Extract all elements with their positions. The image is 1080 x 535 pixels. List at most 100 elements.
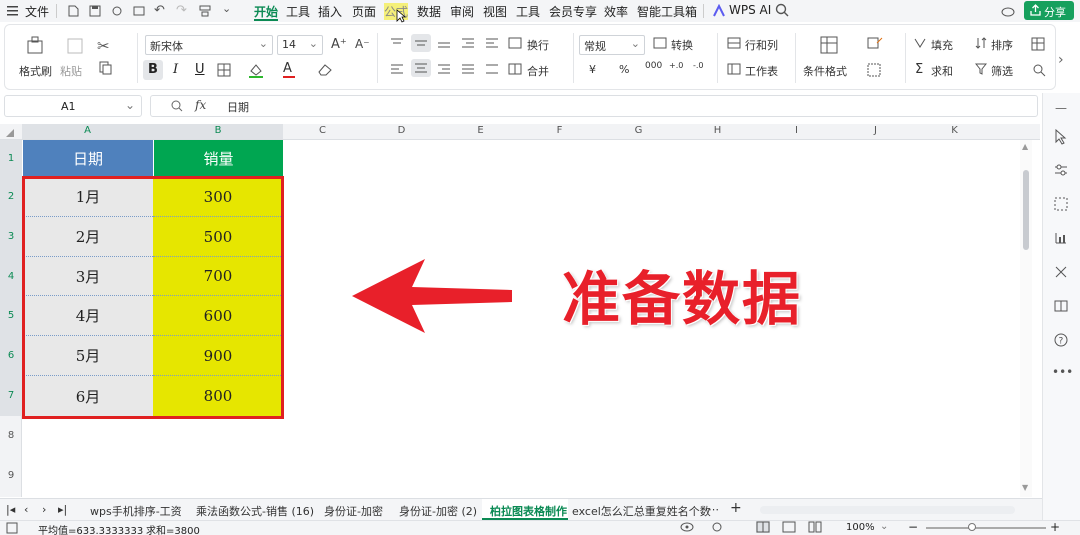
normal-view-icon[interactable] (756, 521, 770, 533)
border-icon[interactable] (217, 63, 231, 77)
align-top-icon[interactable] (390, 37, 404, 49)
decrease-decimal-icon[interactable]: -.0 (693, 61, 704, 70)
save-icon[interactable] (88, 4, 102, 18)
sheet-tab[interactable]: excel怎么汇总重复姓名个数 (572, 503, 711, 519)
row-header-3[interactable]: 3 (0, 217, 22, 257)
freeze-icon[interactable] (1031, 37, 1045, 51)
cut-icon[interactable]: ✂ (97, 37, 110, 55)
paste-icon[interactable] (65, 35, 85, 55)
menu-file[interactable]: 文件 (25, 3, 49, 20)
add-sheet-icon[interactable]: + (730, 500, 742, 516)
redo-icon[interactable]: ↷ (176, 3, 187, 18)
eraser-icon[interactable] (317, 62, 333, 76)
sheet-tab[interactable]: 乘法函数公式-销售 (16) (196, 503, 314, 519)
row-header-6[interactable]: 6 (0, 336, 22, 376)
col-header-i[interactable]: I (757, 125, 836, 136)
col-header-b[interactable]: B (153, 124, 283, 139)
cell-b1[interactable]: 销量 (153, 140, 283, 177)
sheet-tab[interactable]: wps手机排序-工资 (90, 503, 182, 519)
copy-icon[interactable] (99, 61, 113, 75)
indent-icon[interactable] (461, 37, 475, 49)
conditional-format-button[interactable]: 条件格式 (803, 63, 847, 79)
tab-view[interactable]: 视图 (483, 3, 507, 20)
find-icon[interactable] (1032, 63, 1046, 77)
sort-icon[interactable] (975, 37, 987, 49)
align-left-icon[interactable] (390, 63, 404, 75)
row-col-button[interactable]: 行和列 (745, 37, 778, 53)
next-sheet-icon[interactable]: › (42, 503, 46, 516)
help-icon[interactable]: ? (1054, 333, 1068, 347)
sheet-tab-active[interactable]: 柏拉图表格制作 (490, 503, 567, 519)
number-format-select[interactable]: 常规 ⌄ (579, 35, 645, 55)
more-icon[interactable]: ••• (1052, 365, 1073, 379)
crosshair-icon[interactable] (710, 521, 724, 533)
zoom-slider-thumb[interactable] (968, 523, 976, 531)
tab-tools-2[interactable]: 工具 (516, 3, 540, 20)
cell-style-icon[interactable] (867, 37, 883, 51)
fill-color-icon[interactable] (248, 62, 264, 78)
select-all-icon[interactable] (6, 129, 14, 137)
sheet-grid[interactable]: 日期 销量 1月 300 2月 500 3月 700 4月 600 5月 900… (22, 140, 1042, 497)
merge-button[interactable]: 合并 (527, 63, 549, 79)
col-header-f[interactable]: F (520, 125, 599, 136)
sort-button[interactable]: 排序 (991, 37, 1013, 53)
eye-icon[interactable] (680, 521, 694, 533)
wrap-button[interactable]: 换行 (527, 37, 549, 53)
selection-box-icon[interactable] (1054, 197, 1068, 211)
align-center-icon[interactable] (411, 59, 431, 77)
menu-icon[interactable] (6, 4, 19, 17)
tab-member[interactable]: 会员专享 (549, 3, 597, 20)
bold-button[interactable]: B (143, 60, 163, 80)
conditional-format-icon[interactable] (819, 35, 839, 55)
wrap-icon[interactable] (508, 37, 522, 49)
worksheet-icon[interactable] (727, 63, 741, 75)
share-button[interactable]: 分享 (1024, 1, 1074, 20)
tab-smart-toolbox[interactable]: 智能工具箱 (637, 3, 697, 20)
cell-a1[interactable]: 日期 (23, 140, 153, 177)
tab-data[interactable]: 数据 (417, 3, 441, 20)
font-size-select[interactable]: 14 ⌄ (277, 35, 323, 55)
formula-input[interactable]: fx 日期 (150, 95, 1038, 117)
prev-sheet-icon[interactable]: ‹ (24, 503, 28, 516)
sheet-tab[interactable]: 身份证-加密 (2) (399, 503, 477, 519)
name-box[interactable]: A1 ⌄ (4, 95, 142, 117)
scrollbar-thumb[interactable] (1023, 170, 1029, 250)
search-icon[interactable] (775, 3, 789, 17)
zoom-out-icon[interactable]: − (908, 520, 918, 534)
last-sheet-icon[interactable]: ▸| (58, 503, 67, 516)
sum-button[interactable]: 求和 (931, 63, 953, 79)
print-preview-icon[interactable] (132, 4, 146, 18)
worksheet-button[interactable]: 工作表 (745, 63, 778, 79)
paste-button[interactable]: 粘贴 (60, 63, 82, 79)
horizontal-scrollbar[interactable] (760, 506, 1015, 514)
tab-tools[interactable]: 工具 (286, 3, 310, 20)
page-layout-icon[interactable] (782, 521, 796, 533)
wps-ai-button[interactable]: WPS AI (729, 3, 771, 17)
select-tool-icon[interactable] (1054, 129, 1068, 145)
distribute-icon[interactable] (485, 63, 499, 75)
font-color-icon[interactable]: A (283, 61, 295, 78)
ribbon-scroll-right-icon[interactable]: › (1058, 52, 1064, 68)
thousands-icon[interactable]: 000 (645, 61, 662, 71)
col-header-k[interactable]: K (915, 125, 994, 136)
col-header-g[interactable]: G (599, 125, 678, 136)
align-middle-icon[interactable] (411, 34, 431, 52)
outdent-icon[interactable] (485, 37, 499, 49)
tab-insert[interactable]: 插入 (318, 3, 342, 20)
filter-icon[interactable] (975, 63, 987, 75)
tab-efficiency[interactable]: 效率 (604, 3, 628, 20)
decrease-font-icon[interactable]: A⁻ (355, 37, 370, 51)
first-sheet-icon[interactable]: |◂ (6, 503, 15, 516)
col-header-d[interactable]: D (362, 125, 441, 136)
format-icon[interactable] (198, 4, 212, 18)
fx-icon[interactable]: fx (195, 98, 206, 112)
settings-sliders-icon[interactable] (1054, 163, 1068, 177)
format-painter-icon[interactable] (25, 35, 45, 55)
book-icon[interactable] (1054, 299, 1068, 313)
row-col-icon[interactable] (727, 37, 741, 49)
chart-icon[interactable] (1054, 231, 1068, 245)
filter-button[interactable]: 筛选 (991, 63, 1013, 79)
col-header-j[interactable]: J (836, 125, 915, 136)
page-break-icon[interactable] (808, 521, 822, 533)
zoom-formula-icon[interactable] (171, 100, 183, 112)
